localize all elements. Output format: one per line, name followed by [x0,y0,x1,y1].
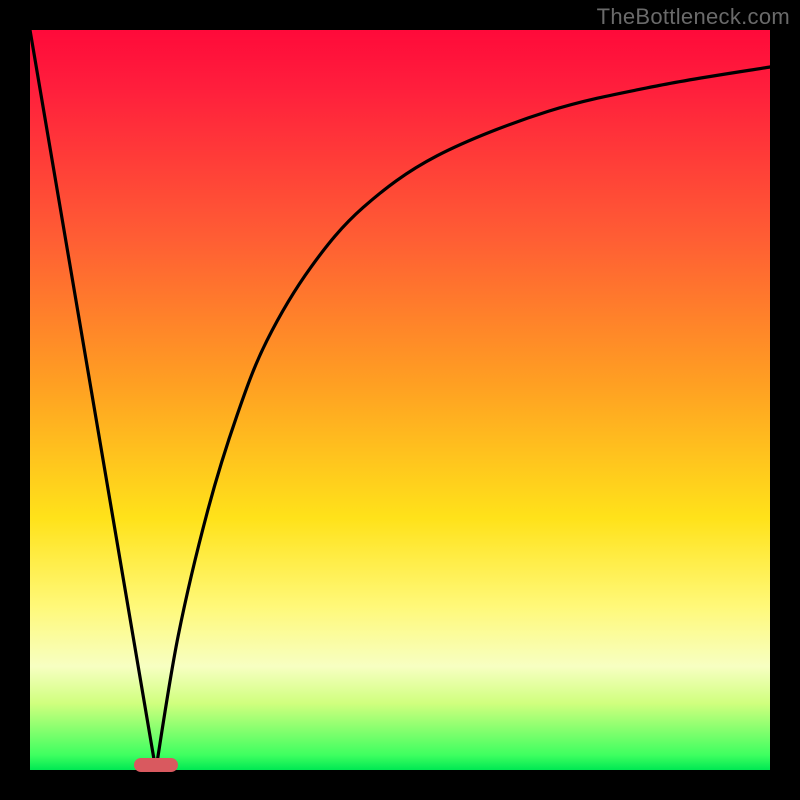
bottleneck-marker [134,758,178,772]
curve-layer [30,30,770,770]
watermark-text: TheBottleneck.com [597,4,790,30]
left-line [30,30,156,770]
right-curve [156,67,770,770]
chart-frame: TheBottleneck.com [0,0,800,800]
plot-area [30,30,770,770]
